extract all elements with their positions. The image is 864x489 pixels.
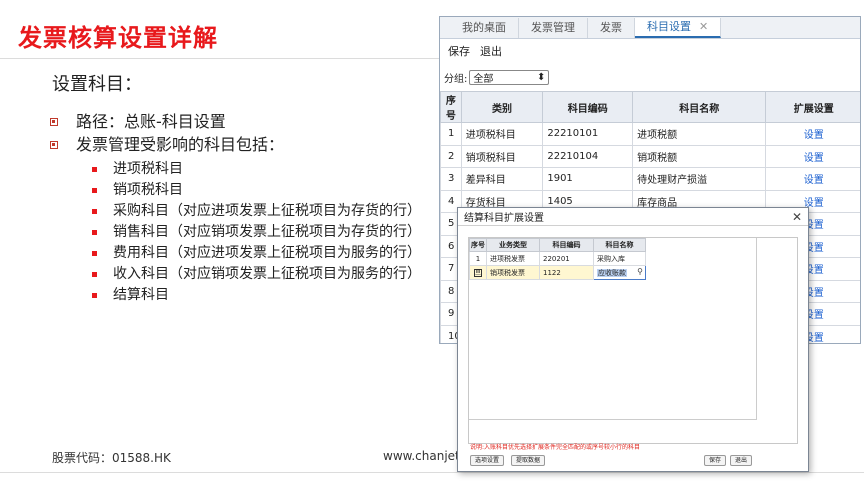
dialog-cell-name-editing[interactable]: 应收账款 ⚲ [593, 265, 646, 280]
cell-seq: 3 [440, 167, 462, 191]
cell-category[interactable]: 差异科目 [460, 167, 544, 191]
cell-seq: 2 [440, 144, 462, 168]
dialog-note: 说明:入账科目优先选择扩展条件完全匹配的或序号较小行的科目 [470, 444, 641, 451]
dialog-cell-type[interactable]: 进项税发票 [486, 251, 540, 266]
cell-name[interactable]: 销项税额 [632, 144, 767, 168]
bottom-divider [0, 472, 864, 473]
dialog-header-seq: 序号 [469, 238, 487, 252]
dialog-header-code: 科目编码 [539, 238, 594, 252]
table-header-row: 序号 类别 科目编码 科目名称 扩展设置 [440, 91, 860, 123]
slide-subtitle: 设置科目： [52, 74, 142, 95]
header-seq: 序号 [440, 91, 462, 123]
sub-bullet-item: 销售科目（对应销项发票上征税项目为存货的行） [92, 222, 421, 243]
cell-code[interactable]: 1901 [542, 167, 634, 191]
group-label: 分组: [444, 73, 468, 85]
cell-code[interactable]: 22210101 [542, 122, 634, 146]
cell-code[interactable]: 22210104 [542, 144, 634, 168]
sub-bullet-item: 进项税科目 [92, 159, 421, 180]
close-tab-icon[interactable]: ✕ [699, 17, 708, 37]
row-edit-icon[interactable]: 亘 [474, 269, 482, 277]
tab-my-desktop[interactable]: 我的桌面 [450, 18, 519, 38]
group-select[interactable]: 全部 ⬍ [469, 69, 550, 85]
dialog-cell-code[interactable]: 1122 [539, 265, 594, 280]
square-bullet-icon [92, 209, 97, 214]
tab-invoice-management[interactable]: 发票管理 [519, 18, 588, 38]
dialog-titlebar: 结算科目扩展设置 ✕ [458, 208, 808, 226]
cell-seq: 1 [440, 122, 462, 146]
table-row[interactable]: 亘 销项税发票 1122 应收账款 ⚲ [469, 265, 646, 280]
group-select-value: 全部 [473, 73, 494, 85]
website-url: www.chanjet [383, 449, 460, 463]
save-button[interactable]: 保存 [448, 43, 470, 59]
square-bullet-icon [50, 117, 58, 126]
sub-bullet-item: 结算科目 [92, 285, 421, 306]
group-filter: 分组: 全部 ⬍ [440, 63, 860, 91]
bullet-list: 路径：总账-科目设置 发票管理受影响的科目包括： [50, 110, 284, 156]
table-row[interactable]: 2 销项税科目 22210104 销项税额 设置 [440, 144, 860, 168]
cell-name[interactable]: 进项税额 [632, 122, 767, 146]
sub-bullet-item: 采购科目（对应进项发票上征税项目为存货的行） [92, 201, 421, 222]
dialog-cell-name[interactable]: 采购入库 [593, 251, 646, 266]
square-bullet-icon [92, 188, 97, 193]
table-row[interactable]: 3 差异科目 1901 待处理财产损溢 设置 [440, 167, 860, 191]
sub-bullet-list: 进项税科目 销项税科目 采购科目（对应进项发票上征税项目为存货的行） 销售科目（… [92, 159, 421, 306]
search-icon[interactable]: ⚲ [637, 267, 643, 276]
square-bullet-icon [92, 230, 97, 235]
dialog-cell-code[interactable]: 220201 [539, 251, 594, 266]
tab-bar: 我的桌面 发票管理 发票 科目设置 ✕ [440, 17, 860, 39]
sub-bullet-item: 费用科目（对应进项发票上征税项目为服务的行） [92, 243, 421, 264]
square-bullet-icon [92, 167, 97, 172]
setup-link[interactable]: 设置 [765, 122, 860, 146]
dialog-table: 序号 业务类型 科目编码 科目名称 1 进项税发票 220201 采购入库 亘 [469, 238, 646, 280]
header-name: 科目名称 [632, 91, 767, 123]
header-extend: 扩展设置 [765, 91, 860, 123]
cell-category[interactable]: 进项税科目 [460, 122, 544, 146]
dialog-save-button[interactable]: 保存 [704, 455, 727, 466]
select-arrow-icon: ⬍ [536, 71, 546, 83]
dialog-cell-seq: 1 [469, 251, 487, 266]
dialog-header-row: 序号 业务类型 科目编码 科目名称 [469, 238, 646, 252]
dialog-header-name: 科目名称 [593, 238, 646, 252]
cell-name[interactable]: 待处理财产损溢 [632, 167, 767, 191]
tab-invoice[interactable]: 发票 [588, 18, 635, 38]
table-row[interactable]: 1 进项税发票 220201 采购入库 [469, 251, 646, 266]
header-code: 科目编码 [542, 91, 634, 123]
square-bullet-icon [92, 251, 97, 256]
header-category: 类别 [460, 91, 544, 123]
setup-link[interactable]: 设置 [765, 144, 860, 168]
table-row[interactable]: 1 进项税科目 22210101 进项税额 设置 [440, 122, 860, 146]
setup-link[interactable]: 设置 [765, 167, 860, 191]
selected-text: 应收账款 [597, 268, 627, 277]
tab-account-settings[interactable]: 科目设置 ✕ [635, 17, 722, 38]
dialog-header-type: 业务类型 [486, 238, 540, 252]
exit-button[interactable]: 退出 [480, 43, 502, 59]
bullet-item: 发票管理受影响的科目包括： [50, 133, 284, 156]
close-icon[interactable]: ✕ [792, 210, 802, 224]
options-button[interactable]: 选项设置 [470, 455, 505, 466]
dialog-grid-area: 序号 业务类型 科目编码 科目名称 1 进项税发票 220201 采购入库 亘 [469, 238, 757, 420]
square-bullet-icon [92, 293, 97, 298]
tab-label: 科目设置 [647, 20, 691, 33]
cell-category[interactable]: 销项税科目 [460, 144, 544, 168]
dialog-exit-button[interactable]: 退出 [730, 455, 753, 466]
dialog-cell-type[interactable]: 销项税发票 [486, 265, 540, 280]
settlement-extend-dialog: 结算科目扩展设置 ✕ 序号 业务类型 科目编码 科目名称 1 进项税发票 220… [457, 207, 809, 472]
square-bullet-icon [92, 272, 97, 277]
slide-title: 发票核算设置详解 [18, 24, 218, 52]
bullet-item: 路径：总账-科目设置 [50, 110, 284, 133]
stock-code: 股票代码：01588.HK [52, 451, 171, 465]
fetch-data-button[interactable]: 提取数据 [511, 455, 546, 466]
sub-bullet-item: 收入科目（对应销项发票上征税项目为服务的行） [92, 264, 421, 285]
dialog-title: 结算科目扩展设置 [464, 213, 544, 224]
dialog-cell-seq: 亘 [469, 265, 487, 280]
square-bullet-icon [50, 140, 58, 149]
dialog-content: 序号 业务类型 科目编码 科目名称 1 进项税发票 220201 采购入库 亘 [468, 237, 798, 444]
toolbar: 保存 退出 [440, 39, 860, 63]
title-divider [0, 58, 440, 59]
sub-bullet-item: 销项税科目 [92, 180, 421, 201]
